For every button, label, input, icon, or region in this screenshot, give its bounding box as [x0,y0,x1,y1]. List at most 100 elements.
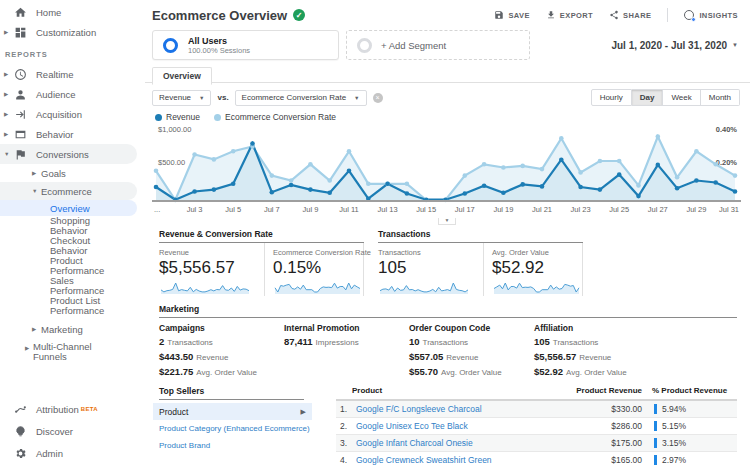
marketing-col-campaigns: Campaigns2Transactions$443.50Revenue$221… [159,323,284,381]
svg-text:Jul 23: Jul 23 [571,205,591,214]
top-sellers-item-product[interactable]: Product▶ [153,403,312,420]
top-sellers-item-product[interactable]: Product Category (Enhanced Ecommerce) [153,420,312,437]
insights-button[interactable]: INSIGHTS [684,10,738,21]
sidebar-item-overview[interactable]: Overview [0,200,137,216]
timeseries-chart[interactable]: $1,000.00$500.000.40%0.20%...Jul 3Jul 5J… [152,123,742,225]
add-segment-button[interactable]: + Add Segment [346,30,530,60]
product-link[interactable]: Google F/C Longsleeve Charcoal [356,404,482,414]
discover-icon [13,424,27,438]
collapse-arrow-icon: ▼ [32,188,41,194]
pct-bar [654,438,657,448]
granularity-week[interactable]: Week [663,89,700,106]
share-button[interactable]: SHARE [609,10,651,20]
pct-bar [654,404,657,414]
sidebar-item-shopping-behavior[interactable]: Shopping Behavior [0,216,145,236]
sidebar-item-goals[interactable]: ▶ Goals [0,164,145,182]
product-link[interactable]: Google Unisex Eco Tee Black [356,421,468,431]
attribution-icon [13,402,27,416]
realtime-icon [13,67,27,81]
svg-text:Jul 25: Jul 25 [609,205,629,214]
conversion-legend-dot [214,114,221,121]
insights-icon [684,10,695,21]
sidebar-item-audience[interactable]: ▶ Audience [0,84,145,104]
svg-text:...: ... [154,205,160,214]
section-title: Transactions [378,229,583,243]
granularity-buttons: HourlyDayWeekMonth [591,89,740,106]
page-title: Ecommerce Overview [152,8,287,23]
sidebar-item-realtime[interactable]: ▶ Realtime [0,64,145,84]
sidebar-item-acquisition[interactable]: ▶ Acquisition [0,104,145,124]
sidebar-item-sales-performance[interactable]: Sales Performance [0,276,145,296]
svg-text:Jul 19: Jul 19 [493,205,513,214]
sidebar-item-behavior[interactable]: ▶ Behavior [0,124,145,144]
svg-text:Jul 3: Jul 3 [187,205,203,214]
svg-text:Jul 13: Jul 13 [378,205,398,214]
product-row: 1.Google F/C Longsleeve Charcoal $330.00… [336,401,737,418]
marketing-section: Marketing Campaigns2Transactions$443.50R… [159,304,737,381]
sidebar: Home ▶ Customization REPORTS ▶ Realtime … [0,0,145,466]
sidebar-item-attribution[interactable]: AttributionBETA [0,398,145,420]
chart-legend: Revenue Ecommerce Conversion Rate [145,106,750,122]
svg-text:Jul 21: Jul 21 [532,205,552,214]
sidebar-item-multi-channel-funnels[interactable]: ▶ Multi-Channel Funnels [0,342,145,362]
date-range-picker[interactable]: Jul 1, 2020 - Jul 31, 2020 ▼ [611,40,738,51]
metric1-select[interactable]: Revenue▼ [152,90,211,106]
behavior-icon [13,127,27,141]
conversions-flag-icon [13,147,27,161]
sidebar-item-product-list-performance[interactable]: Product List Performance [0,296,145,316]
tab-overview[interactable]: Overview [152,67,212,85]
tab-row: Overview [145,65,750,83]
product-table-header: Product Product Revenue % Product Revenu… [336,386,737,401]
verified-check-icon: ✓ [293,9,305,21]
section-title: Revenue & Conversion Rate [159,229,364,243]
bottom-tables: Top Sellers Product▶Product Category (En… [159,386,737,466]
expand-arrow-icon: ▶ [4,29,13,35]
add-segment-circle-icon [357,38,372,53]
granularity-hourly[interactable]: Hourly [591,89,632,106]
svg-text:$500.00: $500.00 [158,158,185,167]
chevron-down-icon: ▼ [199,95,204,101]
top-sellers-item-product[interactable]: Product Brand [153,437,312,454]
granularity-month[interactable]: Month [701,89,740,106]
sidebar-item-checkout-behavior[interactable]: Checkout Behavior [0,236,145,256]
revenue-legend-dot [155,114,162,121]
svg-text:0.40%: 0.40% [716,125,738,134]
svg-text:Jul 11: Jul 11 [339,205,358,214]
sidebar-item-ecommerce[interactable]: ▼ Ecommerce [0,182,137,200]
segment-row: All Users 100.00% Sessions + Add Segment… [145,28,750,65]
home-icon [13,5,27,19]
product-link[interactable]: Google Crewneck Sweatshirt Green [356,455,492,465]
export-button[interactable]: EXPORT [546,10,593,20]
sidebar-item-conversions[interactable]: ▼ Conversions [0,144,137,164]
sidebar-item-discover[interactable]: Discover [0,420,145,442]
segment-all-users[interactable]: All Users 100.00% Sessions [152,30,339,60]
sidebar-item-admin[interactable]: Admin [0,442,145,464]
divider [667,8,668,22]
sidebar-item-customization[interactable]: ▶ Customization [0,22,145,42]
chart-expander[interactable]: ▼ [438,218,456,225]
top-sellers-title: Top Sellers [159,386,304,400]
svg-text:Jul 15: Jul 15 [416,205,436,214]
sidebar-item-product-performance[interactable]: Product Performance [0,256,145,276]
scorecard-revenue: Revenue $5,556.57 [159,243,265,296]
save-button[interactable]: SAVE [494,10,529,20]
clear-metric-icon[interactable]: × [373,93,383,103]
pct-bar [654,455,657,465]
product-link[interactable]: Google Infant Charcoal Onesie [356,438,473,448]
chevron-down-icon: ▼ [732,42,738,48]
scorecard-transactions: Transactions 105 [378,243,484,296]
topbar: Ecommerce Overview ✓ SAVE EXPORT SHARE [145,0,750,28]
product-table: Product Product Revenue % Product Revenu… [336,386,737,466]
acquisition-icon [13,107,27,121]
segment-circle-icon [163,38,178,53]
metric2-select[interactable]: Ecommerce Conversion Rate▼ [235,90,367,106]
marketing-col-internal-promotion: Internal Promotion87,411Impressions [284,323,409,381]
svg-text:Jul 31: Jul 31 [719,205,739,214]
granularity-day[interactable]: Day [632,89,664,106]
sidebar-item-marketing[interactable]: ▶ Marketing [0,320,145,338]
sidebar-item-home[interactable]: Home [0,2,145,22]
marketing-title: Marketing [159,304,737,318]
svg-text:Jul 29: Jul 29 [686,205,706,214]
reports-section-label: REPORTS [0,42,145,64]
save-icon [494,10,504,20]
